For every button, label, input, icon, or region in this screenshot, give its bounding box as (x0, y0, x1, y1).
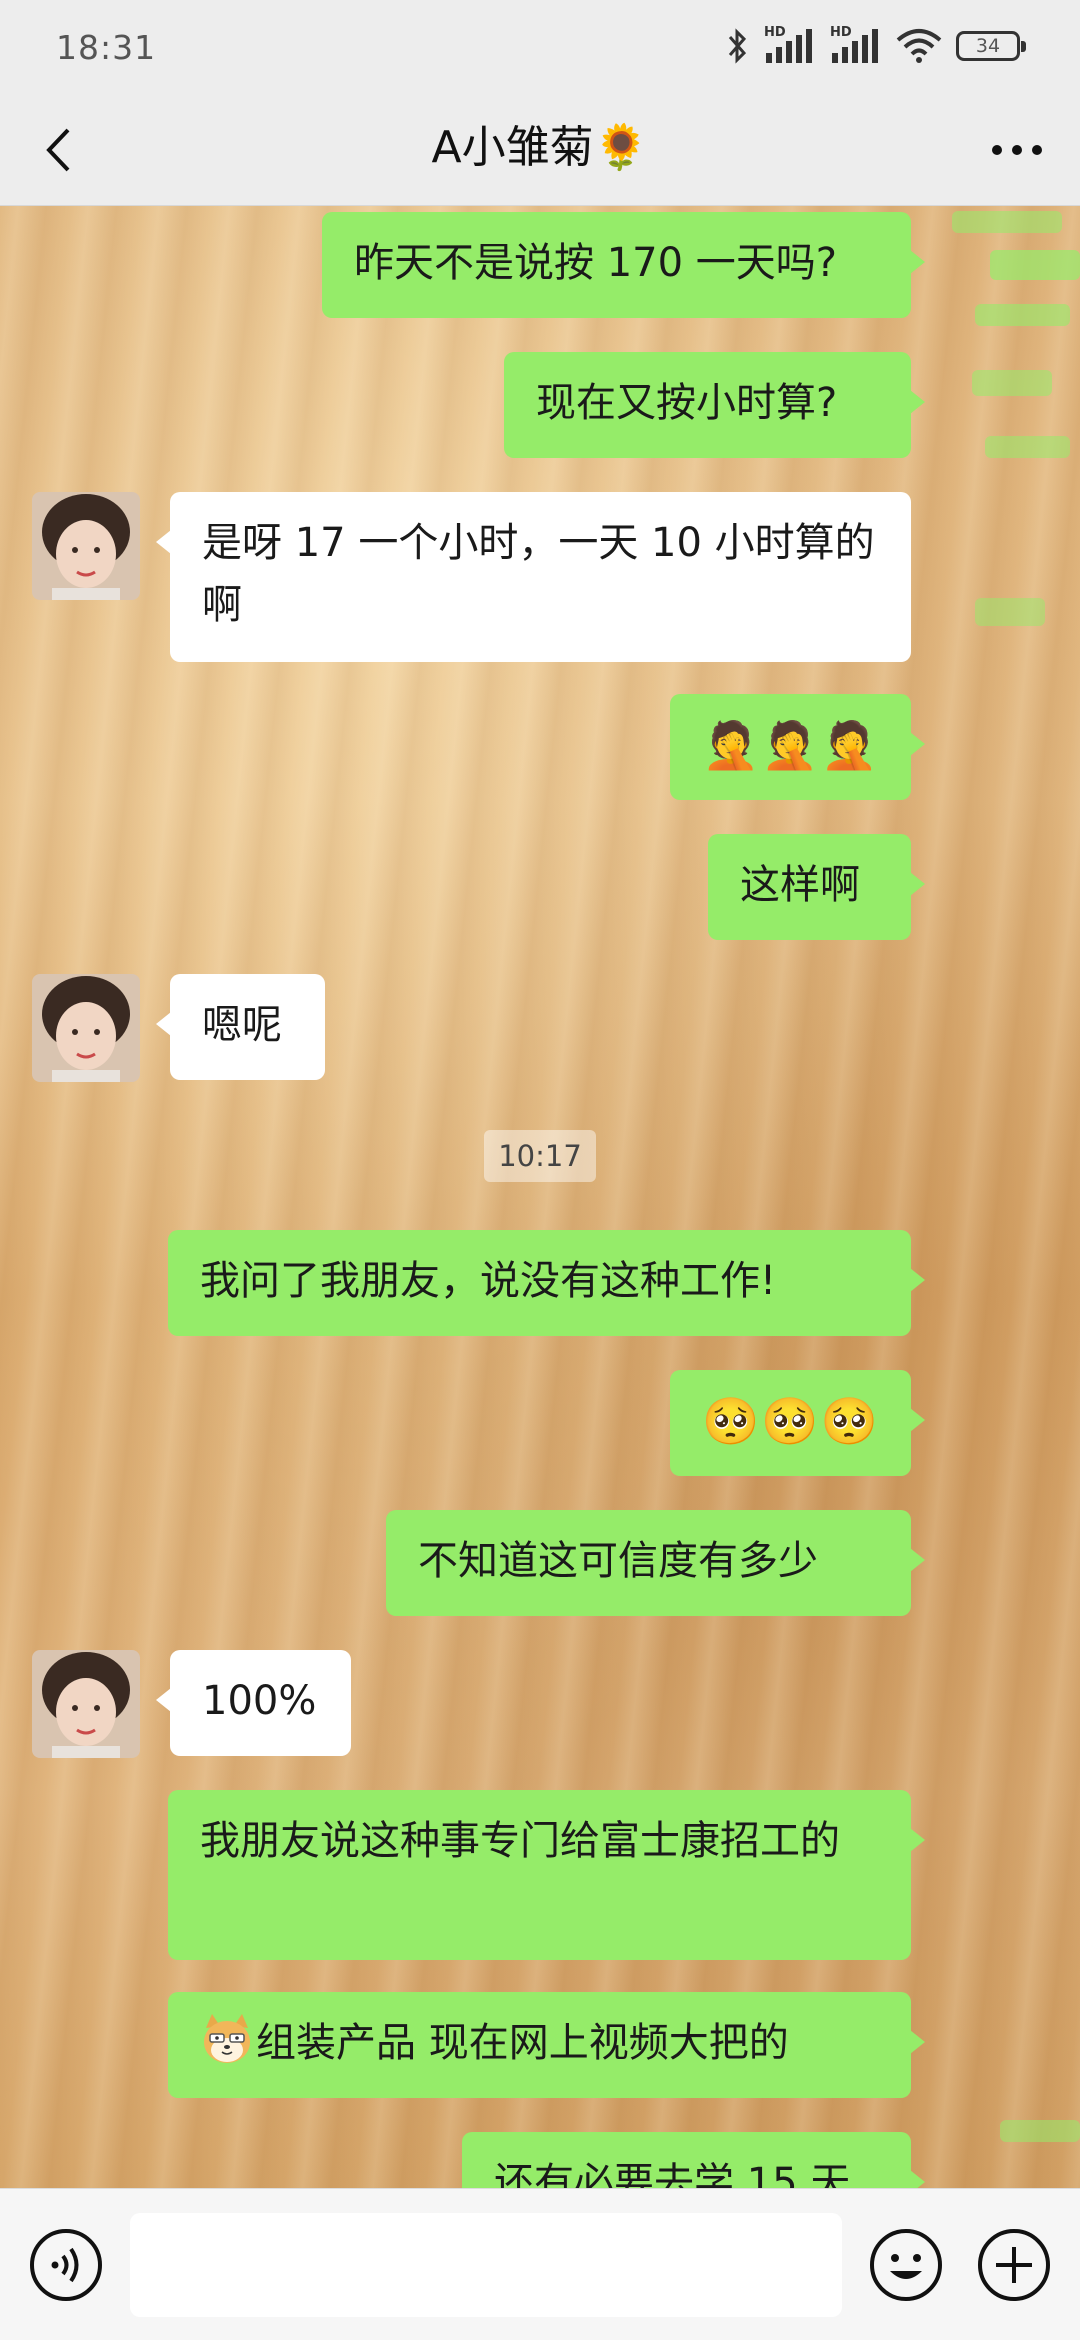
signal-2-icon: HD (830, 25, 882, 65)
incoming-message[interactable]: 100% (156, 1650, 351, 1756)
avatar-image (32, 492, 140, 600)
signal-1-icon: HD (764, 25, 816, 65)
outgoing-message[interactable]: 现在又按小时算? (504, 352, 925, 458)
plus-icon (978, 2229, 1050, 2301)
outgoing-message[interactable]: 昨天不是说按 170 一天吗? (322, 212, 925, 318)
contact-avatar[interactable] (32, 1650, 140, 1758)
outgoing-message[interactable]: 🥺🥺🥺 (670, 1370, 925, 1476)
smiley-icon (870, 2229, 942, 2301)
status-time: 18:31 (56, 28, 157, 67)
incoming-message[interactable]: 嗯呢 (156, 974, 325, 1080)
status-icons: HD HD 34 (726, 24, 1026, 68)
outgoing-message[interactable]: 还有必要去学 15 天 (462, 2132, 925, 2188)
chat-screen: 18:31 HD HD 34 A小雏菊🌻 昨天不是说按 170 一天吗? 现在又… (0, 0, 1080, 2340)
emoji-button[interactable] (868, 2227, 944, 2303)
chat-title: A小雏菊🌻 (431, 122, 649, 173)
plus-button[interactable] (976, 2227, 1052, 2303)
decorative-blur (990, 250, 1080, 280)
outgoing-message[interactable]: 不知道这可信度有多少 (386, 1510, 925, 1616)
outgoing-message-text: 组装产品 现在网上视频大把的 (256, 2020, 789, 2066)
outgoing-message[interactable]: 这样啊 (708, 834, 925, 940)
avatar-image (32, 1650, 140, 1758)
decorative-blur (975, 304, 1070, 326)
outgoing-message[interactable]: 我朋友说这种事专门给富士康招工的 (168, 1790, 925, 1960)
bluetooth-icon (728, 28, 747, 64)
signal-1-label: HD (764, 25, 786, 40)
outgoing-message[interactable]: 🤦🤦🤦 (670, 694, 925, 800)
decorative-blur (975, 598, 1045, 626)
contact-avatar[interactable] (32, 492, 140, 600)
decorative-blur (1000, 2120, 1080, 2142)
decorative-blur (972, 370, 1052, 396)
wifi-icon (896, 29, 942, 63)
status-bar: 18:31 HD HD 34 (0, 0, 1080, 95)
signal-2-label: HD (830, 25, 852, 40)
battery-icon: 34 (956, 31, 1026, 61)
incoming-message[interactable]: 是呀 17 一个小时，一天 10 小时算的啊 (156, 492, 911, 662)
more-dots-icon (992, 145, 1042, 155)
outgoing-message[interactable]: 我问了我朋友，说没有这种工作! (168, 1230, 925, 1336)
message-input[interactable] (130, 2213, 842, 2317)
message-timestamp: 10:17 (484, 1130, 596, 1182)
avatar-image (32, 974, 140, 1082)
chat-area[interactable]: 昨天不是说按 170 一天吗? 现在又按小时算? 是呀 17 一个小时，一天 1… (0, 206, 1080, 2188)
contact-avatar[interactable] (32, 974, 140, 1082)
voice-icon (30, 2229, 102, 2301)
voice-button[interactable] (28, 2227, 104, 2303)
input-bar (0, 2188, 1080, 2340)
more-button[interactable] (982, 117, 1052, 183)
outgoing-message[interactable]: 组装产品 现在网上视频大把的 (168, 1992, 925, 2098)
title-bar: A小雏菊🌻 (0, 95, 1080, 206)
decorative-blur (985, 436, 1070, 458)
decorative-blur (952, 211, 1062, 233)
shiba-dog-emoji-icon (200, 2012, 254, 2066)
